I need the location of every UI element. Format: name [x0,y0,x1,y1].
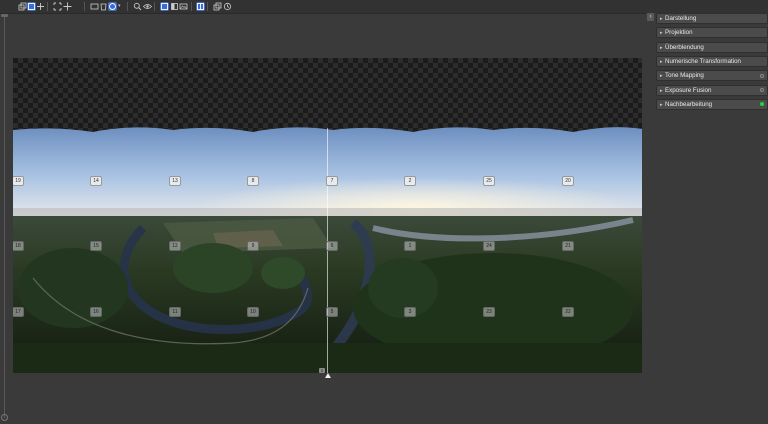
history-icon [223,2,232,11]
section-label: Projektion [665,29,693,37]
image-icon [179,3,188,10]
triangle-handle-icon[interactable] [325,373,331,378]
section-projektion[interactable]: ▸ Projektion [656,27,768,39]
fit-button[interactable] [53,2,62,11]
section-überblendung[interactable]: ▸ Überblendung [656,41,768,53]
layers-icon [18,2,27,11]
preview-icon [28,3,35,10]
contrast-button[interactable] [170,2,179,11]
image-number-label[interactable]: 23 [483,307,495,317]
image-number-label[interactable]: 12 [169,241,181,251]
panel-collapse-button[interactable]: › [647,13,654,21]
frame-icon [161,3,168,10]
status-dot-icon [760,88,764,92]
layout-icon [37,3,44,10]
section-label: Überblendung [665,43,704,51]
rect-select-button[interactable] [90,2,99,11]
section-label: Darstellung [665,15,697,22]
image-number-label[interactable]: 7 [326,176,338,186]
image-number-label[interactable]: 20 [562,176,574,186]
layers-button[interactable] [18,2,27,11]
frame-button[interactable] [160,2,169,11]
image-number-label[interactable]: 24 [483,241,495,251]
search-icon [133,2,142,11]
history-button[interactable] [223,2,232,11]
image-number-label[interactable]: 1 [404,241,416,251]
section-label: Exposure Fusion [665,86,712,94]
section-label: Numerische Transformation [665,57,741,65]
section-label: Tone Mapping [665,72,704,80]
layout-button[interactable] [36,2,45,11]
toolbar-separator [191,2,192,11]
section-nachbearbeitung[interactable]: ▸ Nachbearbeitung [656,98,768,110]
section-label: Nachbearbeitung [665,100,713,108]
image-number-label[interactable]: 9 [247,241,259,251]
copy-button[interactable] [213,2,222,11]
toolbar-separator [127,2,128,11]
toolbar-separator [154,2,155,11]
vertical-slider-bottom-handle[interactable] [1,414,8,421]
vertical-slider-track[interactable] [4,14,5,418]
toolbar-separator [47,2,48,11]
status-dot-icon [760,102,764,107]
image-number-label[interactable]: 16 [90,307,102,317]
image-number-label[interactable]: 11 [169,307,181,317]
eye-button[interactable] [143,2,152,11]
crosshair-icon [63,2,72,11]
section-darstellung[interactable]: ▸ Darstellung [656,13,768,24]
mask-button[interactable] [108,2,117,11]
preview-button[interactable] [27,2,36,11]
crosshair-button[interactable] [63,2,72,11]
image-number-label[interactable]: 13 [169,176,181,186]
image-number-label[interactable]: 22 [562,307,574,317]
section-numerische-transformation[interactable]: ▸ Numerische Transformation [656,55,768,67]
trash-icon [100,3,107,11]
toolbar: ▾ [0,0,768,14]
contrast-icon [171,3,178,10]
image-number-label[interactable]: 10 [247,307,259,317]
image-number-label[interactable]: 8 [247,176,259,186]
image-button[interactable] [179,2,188,11]
mask-dropdown-icon[interactable]: ▾ [118,2,121,11]
search-button[interactable] [133,2,142,11]
panorama-canvas[interactable]: 19 14 13 8 7 2 25 20 18 15 12 9 6 1 24 21 17 16 11 10 5 3 23 22 [13,58,642,373]
fit-icon [53,2,62,11]
toolbar-separator [207,2,208,11]
vertical-slider-top-handle[interactable] [1,14,8,17]
mask-icon [109,3,116,10]
status-dot-icon [760,73,764,78]
section-exposure-fusion[interactable]: ▸ Exposure Fusion [656,84,768,96]
image-number-label[interactable]: 3 [404,307,416,317]
image-number-label[interactable]: 18 [13,241,24,251]
image-number-label[interactable]: 17 [13,307,24,317]
image-number-label[interactable]: 5 [326,307,338,317]
image-number-label[interactable]: 2 [404,176,416,186]
trash-button[interactable] [99,2,108,11]
image-number-label[interactable]: 15 [90,241,102,251]
eye-icon [143,4,152,9]
rect-select-icon [90,3,99,10]
image-number-label[interactable]: 6 [326,241,338,251]
section-tone-mapping[interactable]: ▸ Tone Mapping [656,70,768,82]
split-view-icon [197,3,204,10]
image-number-label[interactable]: 14 [90,176,102,186]
split-view-button[interactable] [196,2,205,11]
copy-icon [213,2,222,11]
image-number-label[interactable]: 25 [483,176,495,186]
image-number-label[interactable]: 21 [562,241,574,251]
toolbar-separator [84,2,85,11]
image-number-label[interactable]: 19 [13,176,24,186]
